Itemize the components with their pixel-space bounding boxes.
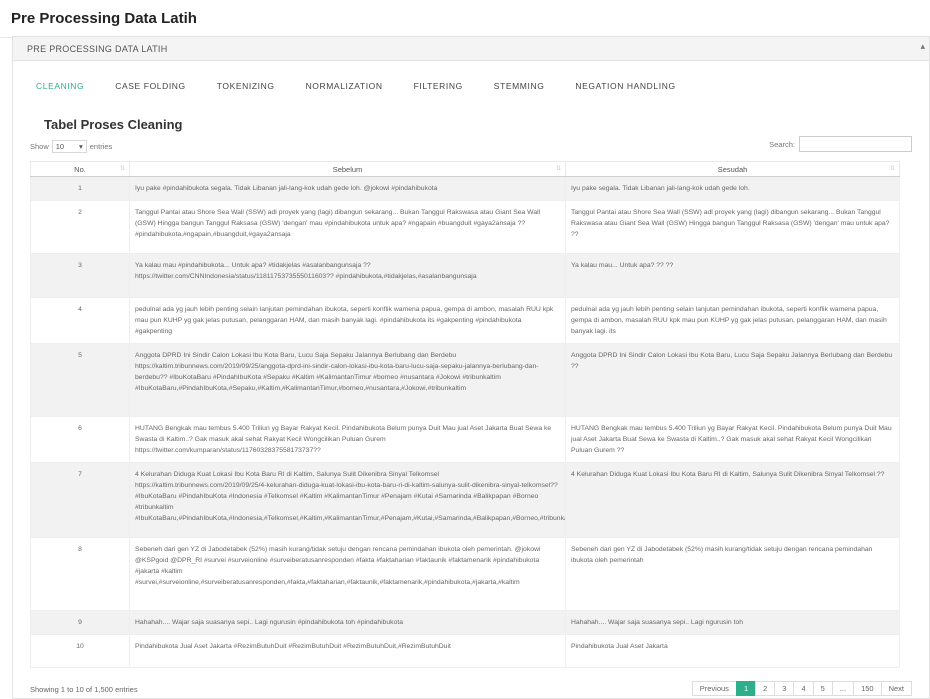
cell-sebelum: Ya kalau mau #pindahibukota... Untuk apa… (129, 253, 566, 298)
cell-no: 3 (30, 253, 130, 298)
table-info: Showing 1 to 10 of 1,500 entries (30, 685, 138, 694)
cell-sebelum: Hahahah.... Wajar saja suasanya sepi.. L… (129, 610, 566, 635)
cell-sesudah: Pindahibukota Jual Aset Jakarta (565, 634, 900, 668)
cell-no: 4 (30, 297, 130, 344)
search-box: Search: (769, 136, 912, 152)
search-input[interactable] (799, 136, 912, 152)
cell-no: 5 (30, 343, 130, 417)
cell-sesudah: Anggota DPRD Ini Sindir Calon Lokasi Ibu… (565, 343, 900, 417)
page-title: Pre Processing Data Latih (0, 0, 930, 38)
cell-sesudah: Iyu pake segala. Tidak Libanan jali-lang… (565, 176, 900, 201)
panel-header[interactable]: PRE PROCESSING DATA LATIH ▴ (13, 37, 929, 61)
sort-icon: ⇅ (555, 166, 561, 172)
cell-sesudah: pedulnal ada yg jauh lebih penting selai… (565, 297, 900, 344)
cell-sebelum: Anggota DPRD Ini Sindir Calon Lokasi Ibu… (129, 343, 566, 417)
cell-no: 9 (30, 610, 130, 635)
pagination-page-150[interactable]: 150 (853, 681, 882, 696)
collapse-icon[interactable]: ▴ (920, 41, 925, 52)
pagination-page-5[interactable]: 5 (812, 681, 833, 696)
table-row: 1 Iyu pake #pindahibukota segala. Tidak … (30, 176, 900, 201)
cell-sebelum: Tanggul Pantai atau Shore Sea Wall (SSW)… (129, 200, 566, 254)
table-row: 2 Tanggul Pantai atau Shore Sea Wall (SS… (30, 200, 900, 254)
search-label: Search: (769, 139, 795, 149)
entries-per-page-select[interactable]: 10 ▾ (51, 140, 87, 153)
tab-stemming[interactable]: STEMMING (494, 81, 545, 95)
table-header-row: No. ⇅ Sebelum ⇅ Sesudah ⇅ (30, 161, 900, 177)
pagination-previous[interactable]: Previous (691, 681, 737, 696)
table-section-title: Tabel Proses Cleaning (44, 117, 183, 132)
tab-case-folding[interactable]: CASE FOLDING (115, 81, 186, 95)
cell-sesudah: Sebeneh dari gen YZ di Jabodetabek (52%)… (565, 537, 900, 611)
pagination-page-2[interactable]: 2 (755, 681, 776, 696)
sort-icon: ⇅ (119, 166, 125, 172)
table-row: 6 HUTANG Bengkak mau tembus 5.400 Triliu… (30, 416, 900, 463)
tab-negation-handling[interactable]: NEGATION HANDLING (575, 81, 675, 95)
cell-sesudah: Tanggul Pantai atau Shore Sea Wall (SSW)… (565, 200, 900, 254)
cell-sesudah: 4 Kelurahan Diduga Kuat Lokasi Ibu Kota … (565, 462, 900, 538)
cell-sebelum: Iyu pake #pindahibukota segala. Tidak Li… (129, 176, 566, 201)
cell-no: 8 (30, 537, 130, 611)
table-row: 10 Pindahibukota Jual Aset Jakarta #Rezi… (30, 634, 900, 668)
column-header-sesudah[interactable]: Sesudah ⇅ (565, 161, 900, 177)
entries-label: entries (89, 142, 113, 151)
sort-icon: ⇅ (889, 166, 895, 172)
cell-sebelum: 4 Kelurahan Diduga Kuat Lokasi Ibu Kota … (129, 462, 566, 538)
cell-sebelum: pedulnal ada yg jauh lebih penting selai… (129, 297, 566, 344)
column-header-sebelum[interactable]: Sebelum ⇅ (129, 161, 566, 177)
cell-no: 7 (30, 462, 130, 538)
pagination: Previous 1 2 3 4 5 ... 150 Next (691, 681, 912, 696)
tab-tokenizing[interactable]: TOKENIZING (217, 81, 275, 95)
cell-sesudah: Hahahah.... Wajar saja suasanya sepi.. L… (565, 610, 900, 635)
column-header-no[interactable]: No. ⇅ (30, 161, 130, 177)
pagination-ellipsis: ... (831, 681, 855, 696)
table-row: 9 Hahahah.... Wajar saja suasanya sepi..… (30, 610, 900, 635)
cell-no: 10 (30, 634, 130, 668)
panel-title: PRE PROCESSING DATA LATIH (27, 44, 168, 54)
tab-filtering[interactable]: FILTERING (414, 81, 463, 95)
cell-sesudah: HUTANG Bengkak mau tembus 5.400 Triliun … (565, 416, 900, 463)
cell-sebelum: Sebeneh dari gen YZ di Jabodetabek (52%)… (129, 537, 566, 611)
cell-sesudah: Ya kalau mau... Untuk apa? ?? ?? (565, 253, 900, 298)
length-control: Show 10 ▾ entries (30, 140, 112, 153)
cell-no: 6 (30, 416, 130, 463)
table-row: 4 pedulnal ada yg jauh lebih penting sel… (30, 297, 900, 344)
pagination-page-3[interactable]: 3 (774, 681, 795, 696)
cell-sebelum: Pindahibukota Jual Aset Jakarta #RezimBu… (129, 634, 566, 668)
chevron-down-icon: ▾ (79, 142, 83, 151)
table-row: 3 Ya kalau mau #pindahibukota... Untuk a… (30, 253, 900, 298)
table-row: 7 4 Kelurahan Diduga Kuat Lokasi Ibu Kot… (30, 462, 900, 538)
table-row: 5 Anggota DPRD Ini Sindir Calon Lokasi I… (30, 343, 900, 417)
show-label: Show (30, 142, 49, 151)
tab-cleaning[interactable]: CLEANING (36, 81, 84, 95)
pagination-next[interactable]: Next (880, 681, 912, 696)
cell-sebelum: HUTANG Bengkak mau tembus 5.400 Triliun … (129, 416, 566, 463)
preprocessing-tabs: CLEANING CASE FOLDING TOKENIZING NORMALI… (36, 81, 707, 95)
pagination-page-4[interactable]: 4 (793, 681, 814, 696)
entries-per-page-value: 10 (55, 142, 65, 151)
cleaning-table: No. ⇅ Sebelum ⇅ Sesudah ⇅ 1 Iyu pake #pinda… (30, 161, 900, 668)
table-row: 8 Sebeneh dari gen YZ di Jabodetabek (52… (30, 537, 900, 611)
cell-no: 2 (30, 200, 130, 254)
tab-normalization[interactable]: NORMALIZATION (306, 81, 383, 95)
cell-no: 1 (30, 176, 130, 201)
pagination-page-1[interactable]: 1 (735, 681, 757, 696)
